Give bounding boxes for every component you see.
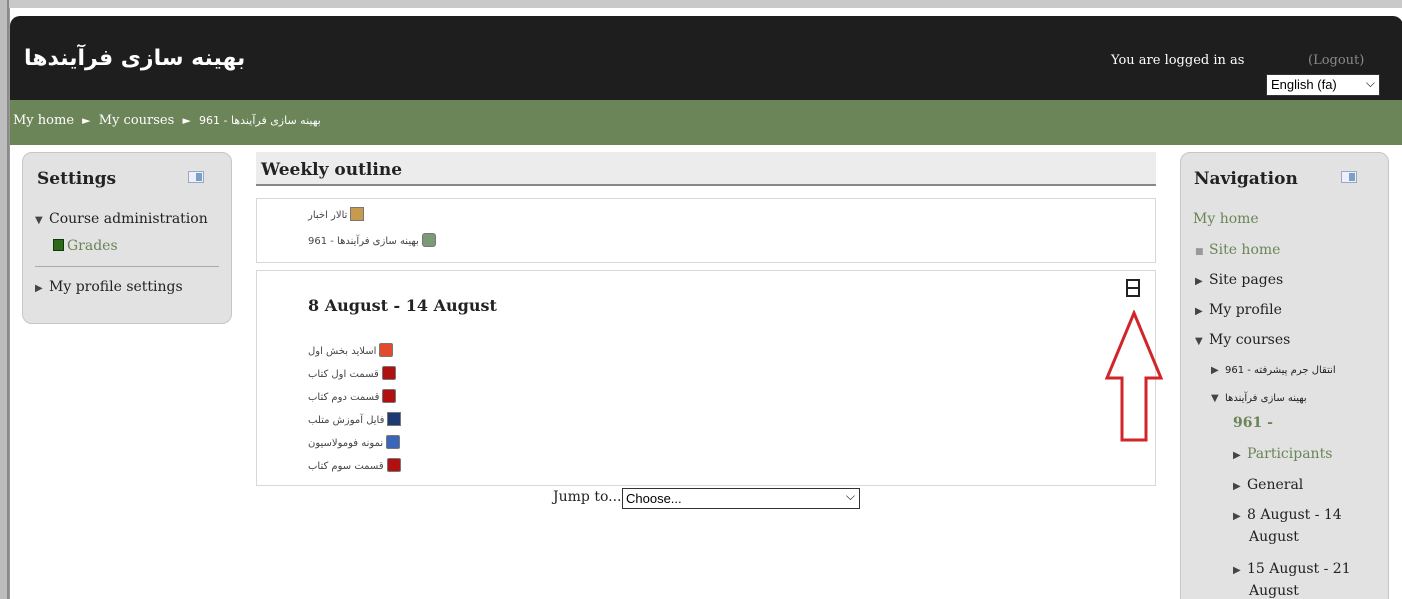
nav-site-home[interactable]: ■ Site home <box>1195 242 1280 258</box>
nav-participants-label: Participants <box>1247 446 1333 462</box>
nav-my-home[interactable]: My home <box>1193 211 1259 227</box>
nav-week-1-label: 8 August - 14 <box>1247 507 1342 523</box>
nav-general[interactable]: ▶ General <box>1233 477 1303 493</box>
chevron-down-icon: ⌵ <box>1365 76 1375 90</box>
activity-item[interactable]: قسمت دوم کتاب <box>308 389 397 403</box>
collapsed-triangle-icon: ▶ <box>1233 481 1241 492</box>
navigation-title: Navigation <box>1194 169 1298 189</box>
breadcrumb-separator: ► <box>182 114 191 127</box>
nav-week-2[interactable]: ▶ 15 August - 21 <box>1233 561 1351 577</box>
collapsed-triangle-icon: ▶ <box>1233 511 1241 522</box>
nav-site-pages[interactable]: ▶ Site pages <box>1195 272 1283 288</box>
grades-link[interactable]: Grades <box>53 238 118 254</box>
activity-label: فایل آموزش متلب <box>308 415 385 426</box>
course-administration-label: Course administration <box>49 211 208 227</box>
my-profile-settings-label: My profile settings <box>49 279 183 295</box>
expanded-triangle-icon: ▼ <box>1211 393 1219 404</box>
activity-item[interactable]: اسلاید بخش اول <box>308 343 394 357</box>
left-frame <box>0 0 9 599</box>
activity-label: تالار اخبار <box>308 210 348 221</box>
language-value: English (fa) <box>1271 77 1337 92</box>
activity-item[interactable]: فایل آموزش متلب <box>308 412 402 426</box>
navbar: My home ► My courses ► بهینه سازی فرآیند… <box>10 100 1402 145</box>
nav-course-1[interactable]: ▶ انتقال جرم پیشرفته - 961 <box>1211 361 1336 377</box>
pdf-icon <box>386 458 401 472</box>
collapsed-triangle-icon: ▶ <box>1195 276 1203 287</box>
ppt-icon <box>379 343 394 357</box>
nav-week-1[interactable]: ▶ 8 August - 14 <box>1233 507 1342 523</box>
nav-my-courses[interactable]: ▼ My courses <box>1195 332 1290 348</box>
jump-to-label: Jump to... <box>553 489 622 505</box>
activity-label: قسمت اول کتاب <box>308 369 379 380</box>
nav-general-label: General <box>1247 477 1304 493</box>
nav-my-courses-label: My courses <box>1209 332 1291 348</box>
activity-course-link[interactable]: بهینه سازی فرآیندها - 961 <box>308 233 436 247</box>
page-header: بهینه سازی فرآیندها You are logged in as… <box>10 16 1402 100</box>
activity-item[interactable]: قسمت اول کتاب <box>308 366 396 380</box>
doc-icon <box>386 435 401 449</box>
jump-to-select[interactable]: Choose... ⌵ <box>622 488 860 509</box>
nav-course-2-label: بهینه سازی فرآیندها <box>1225 393 1307 404</box>
grades-icon <box>53 239 64 251</box>
activity-news-forum[interactable]: تالار اخبار <box>308 207 365 221</box>
week-title: 8 August - 14 August <box>308 296 497 315</box>
activity-label: اسلاید بخش اول <box>308 346 377 357</box>
login-info: You are logged in as <box>1111 53 1245 68</box>
nav-my-profile[interactable]: ▶ My profile <box>1195 302 1282 318</box>
weekly-outline-header: Weekly outline <box>256 152 1156 186</box>
nav-participants[interactable]: ▶ Participants <box>1233 446 1332 462</box>
breadcrumb: My home ► My courses ► بهینه سازی فرآیند… <box>13 113 321 128</box>
annotation-arrow <box>1104 310 1164 442</box>
expanded-triangle-icon: ▼ <box>35 215 43 226</box>
collapsed-triangle-icon: ▶ <box>1195 306 1203 317</box>
activity-item[interactable]: نمونه فومولاسیون <box>308 435 401 449</box>
section-general <box>256 198 1156 263</box>
breadcrumb-course[interactable]: بهینه سازی فرآیندها - 961 <box>199 114 321 127</box>
grades-label: Grades <box>67 238 118 254</box>
bullet-icon: ■ <box>1195 247 1204 257</box>
pdf-icon <box>382 389 397 403</box>
breadcrumb-my-home[interactable]: My home <box>13 113 74 128</box>
nav-site-pages-label: Site pages <box>1209 272 1284 288</box>
breadcrumb-separator: ► <box>82 114 91 127</box>
course-icon <box>421 233 436 247</box>
collapsed-triangle-icon: ▶ <box>1211 365 1219 376</box>
navigation-block: Navigation My home ■ Site home ▶ Site page… <box>1180 152 1389 599</box>
nav-course-1-label: انتقال جرم پیشرفته - 961 <box>1225 365 1336 376</box>
activity-label: قسمت سوم کتاب <box>308 461 384 472</box>
collapse-section-icon[interactable] <box>1126 279 1140 297</box>
nav-site-home-label: Site home <box>1209 242 1281 258</box>
jump-to-value: Choose... <box>626 491 682 506</box>
expanded-triangle-icon: ▼ <box>1195 336 1203 347</box>
activity-item[interactable]: قسمت سوم کتاب <box>308 458 401 472</box>
forum-icon <box>350 207 365 221</box>
collapsed-triangle-icon: ▶ <box>35 283 43 294</box>
logout-link[interactable]: (Logout) <box>1308 53 1364 68</box>
breadcrumb-my-courses[interactable]: My courses <box>99 113 175 128</box>
divider <box>35 266 219 267</box>
pdf-icon <box>381 366 396 380</box>
activity-label: قسمت دوم کتاب <box>308 392 380 403</box>
nav-course-2[interactable]: ▼ بهینه سازی فرآیندها <box>1211 389 1307 405</box>
collapsed-triangle-icon: ▶ <box>1233 565 1241 576</box>
nav-week-2-label: 15 August - 21 <box>1247 561 1351 577</box>
settings-block: Settings ▼ Course administration Grades ▶… <box>22 152 232 324</box>
activity-label: نمونه فومولاسیون <box>308 438 384 449</box>
nav-my-profile-label: My profile <box>1209 302 1282 318</box>
nav-week-1-cont: August <box>1249 529 1299 545</box>
activity-label: بهینه سازی فرآیندها - 961 <box>308 236 419 247</box>
book-icon <box>387 412 402 426</box>
dock-icon[interactable] <box>1341 171 1357 183</box>
course-administration-item[interactable]: ▼ Course administration <box>35 211 208 227</box>
nav-week-2-cont: August <box>1249 583 1299 599</box>
my-profile-settings-item[interactable]: ▶ My profile settings <box>35 279 183 295</box>
collapsed-triangle-icon: ▶ <box>1233 450 1241 461</box>
chevron-down-icon: ⌵ <box>845 489 855 503</box>
site-title[interactable]: بهینه سازی فرآیندها <box>24 46 245 71</box>
dock-icon[interactable] <box>188 171 204 183</box>
nav-course-2-code[interactable]: 961 - <box>1233 415 1273 431</box>
language-select[interactable]: English (fa) ⌵ <box>1266 74 1380 96</box>
settings-title: Settings <box>37 169 117 189</box>
weekly-outline-title: Weekly outline <box>261 160 403 180</box>
